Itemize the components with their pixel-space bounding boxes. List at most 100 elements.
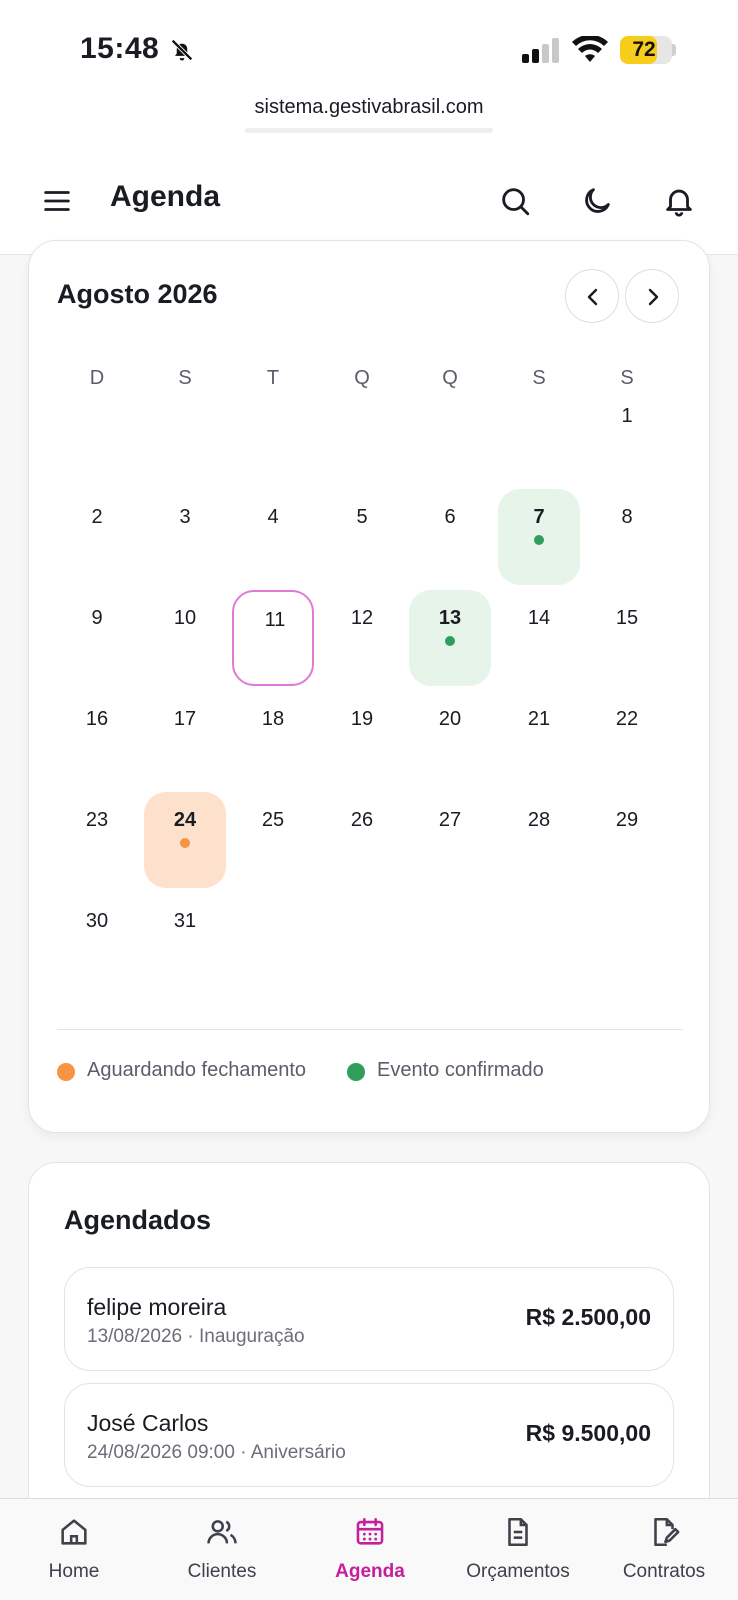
- url-text: sistema.gestivabrasil.com: [254, 96, 484, 118]
- legend-confirmed-label: Evento confirmado: [377, 1059, 544, 1081]
- nav-orcamentos[interactable]: Orçamentos: [444, 1499, 592, 1600]
- weekday-label: Q: [442, 367, 458, 389]
- weekday-label: Q: [354, 367, 370, 389]
- calendar-day[interactable]: 24: [144, 792, 226, 888]
- calendar-day-number: 2: [91, 506, 103, 528]
- calendar-day[interactable]: 22: [586, 691, 668, 787]
- document-icon: [508, 1517, 528, 1547]
- moon-icon[interactable]: [580, 184, 614, 218]
- legend-confirmed-dot: [347, 1063, 365, 1081]
- nav-clientes[interactable]: Clientes: [148, 1499, 296, 1600]
- confirmed-event-dot: [445, 636, 455, 646]
- calendar-day[interactable]: 8: [586, 489, 668, 585]
- status-bar: 15:48 72: [0, 0, 738, 90]
- battery-nub: [672, 44, 676, 56]
- calendar-day[interactable]: 16: [56, 691, 138, 787]
- calendar-day-number: 30: [85, 910, 109, 932]
- wifi-icon: [572, 36, 608, 62]
- calendar-day-number: 28: [527, 809, 551, 831]
- calendar-day[interactable]: 18: [232, 691, 314, 787]
- calendar-day[interactable]: 15: [586, 590, 668, 686]
- users-icon: [207, 1520, 237, 1544]
- weekday-label: S: [532, 367, 546, 389]
- nav-contratos[interactable]: Contratos: [590, 1499, 738, 1600]
- calendar-day[interactable]: 10: [144, 590, 226, 686]
- calendar-day[interactable]: 9: [56, 590, 138, 686]
- calendar-day[interactable]: 29: [586, 792, 668, 888]
- calendar-icon: [356, 1517, 384, 1545]
- calendar-day[interactable]: 12: [321, 590, 403, 686]
- calendar-day-number: 12: [350, 607, 374, 629]
- browser-url-bar[interactable]: sistema.gestivabrasil.com: [0, 90, 738, 150]
- pending-event-dot: [180, 838, 190, 848]
- contract-icon: [654, 1517, 680, 1547]
- chevron-left-icon: [587, 288, 598, 306]
- bell-off-icon: [171, 39, 193, 61]
- calendar-day-number: 5: [356, 506, 368, 528]
- calendar-day[interactable]: 2: [56, 489, 138, 585]
- bottom-navigation: Home Clientes Agenda Orçamentos Contrato…: [0, 1498, 738, 1600]
- calendar-day[interactable]: 19: [321, 691, 403, 787]
- calendar-day-number: 23: [85, 809, 109, 831]
- legend-pending-label: Aguardando fechamento: [87, 1059, 307, 1081]
- cellular-signal-icon: [522, 38, 559, 63]
- calendar-day-number: 18: [261, 708, 285, 730]
- calendar-day[interactable]: 27: [409, 792, 491, 888]
- calendar-day-number: 3: [179, 506, 191, 528]
- calendar-day-number: 27: [438, 809, 462, 831]
- calendar-day[interactable]: 14: [498, 590, 580, 686]
- calendar-day[interactable]: 25: [232, 792, 314, 888]
- weekday-label: S: [178, 367, 192, 389]
- calendar-day[interactable]: 6: [409, 489, 491, 585]
- calendar-day[interactable]: 7: [498, 489, 580, 585]
- calendar-day[interactable]: 26: [321, 792, 403, 888]
- battery-indicator: 72: [620, 36, 672, 64]
- calendar-day-number: 11: [264, 609, 286, 631]
- weekday-label: T: [266, 367, 280, 389]
- calendar-day[interactable]: 5: [321, 489, 403, 585]
- calendar-day-number: 20: [438, 708, 462, 730]
- calendar-day[interactable]: 4: [232, 489, 314, 585]
- calendar-day[interactable]: 31: [144, 893, 226, 989]
- scheduled-meta: 13/08/2026 · Inauguração: [87, 1326, 305, 1347]
- calendar-divider: [57, 1029, 683, 1030]
- bell-icon[interactable]: [662, 184, 696, 218]
- calendar-day[interactable]: 21: [498, 691, 580, 787]
- calendar-day-number: 7: [533, 506, 545, 528]
- calendar-day-number: 13: [438, 607, 462, 629]
- home-icon: [61, 1519, 87, 1545]
- nav-agenda[interactable]: Agenda: [296, 1499, 444, 1600]
- calendar-day[interactable]: 3: [144, 489, 226, 585]
- calendar-day-number: 10: [173, 607, 197, 629]
- calendar-day-number: 21: [527, 708, 551, 730]
- scheduled-value: R$ 2.500,00: [525, 1304, 651, 1330]
- calendar-month-label: Agosto 2026: [57, 279, 218, 309]
- chevron-right-icon: [648, 288, 659, 306]
- prev-month-button[interactable]: [565, 269, 619, 323]
- nav-home[interactable]: Home: [0, 1499, 148, 1600]
- battery-level: 72: [632, 38, 656, 61]
- calendar-day-number: 6: [444, 506, 456, 528]
- calendar-day[interactable]: 20: [409, 691, 491, 787]
- scheduled-meta: 24/08/2026 09:00 · Aniversário: [87, 1442, 346, 1463]
- nav-label: Home: [48, 1561, 100, 1582]
- calendar-day[interactable]: 11: [232, 590, 314, 686]
- calendar-day[interactable]: 17: [144, 691, 226, 787]
- scheduled-item[interactable]: felipe moreira 13/08/2026 · Inauguração …: [64, 1267, 674, 1371]
- scheduled-value: R$ 9.500,00: [525, 1420, 651, 1446]
- calendar-day[interactable]: 23: [56, 792, 138, 888]
- calendar-day[interactable]: 13: [409, 590, 491, 686]
- calendar-day-number: 1: [621, 405, 633, 427]
- page-title: Agenda: [110, 180, 221, 213]
- menu-icon[interactable]: [40, 184, 74, 218]
- weekday-label: S: [620, 367, 634, 389]
- next-month-button[interactable]: [625, 269, 679, 323]
- calendar-day-number: 29: [615, 809, 639, 831]
- calendar-day-number: 26: [350, 809, 374, 831]
- scheduled-item[interactable]: José Carlos 24/08/2026 09:00 · Aniversár…: [64, 1383, 674, 1487]
- calendar-day[interactable]: 28: [498, 792, 580, 888]
- search-icon[interactable]: [498, 184, 532, 218]
- calendar-day[interactable]: 30: [56, 893, 138, 989]
- calendar-day-number: 31: [173, 910, 197, 932]
- calendar-day[interactable]: 1: [586, 388, 668, 484]
